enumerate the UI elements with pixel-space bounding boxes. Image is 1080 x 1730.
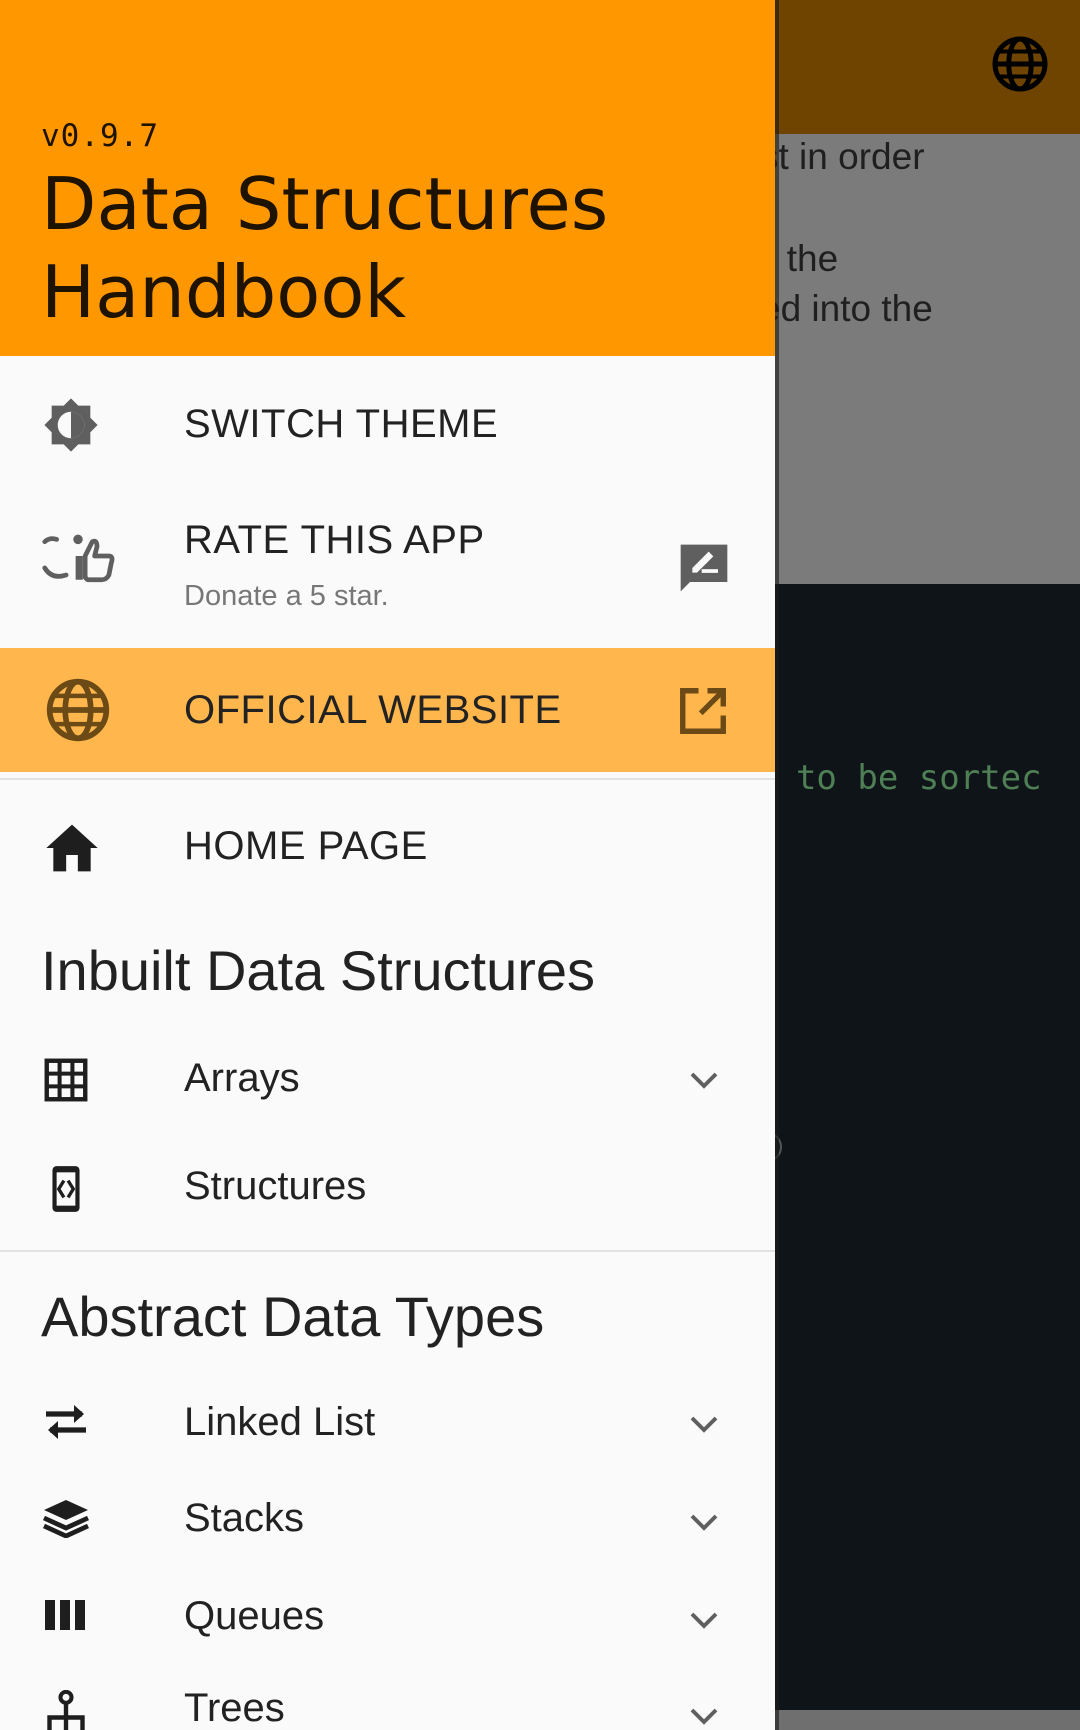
- rate-app-item[interactable]: RATE THIS APP Donate a 5 star.: [0, 496, 775, 648]
- nav-item-structures[interactable]: Structures: [0, 1134, 775, 1246]
- brightness-icon: [44, 398, 98, 452]
- switch-theme-label: SWITCH THEME: [184, 402, 499, 446]
- section-title-inbuilt: Inbuilt Data Structures: [41, 939, 596, 1002]
- nav-item-arrays[interactable]: Arrays: [0, 1024, 775, 1134]
- thumb-up-icon: [42, 534, 115, 583]
- rate-app-label: RATE THIS APP: [184, 518, 485, 562]
- background-text-line: st in order: [760, 136, 925, 177]
- rate-review-icon[interactable]: [676, 540, 732, 596]
- divider: [0, 1250, 775, 1252]
- grid-icon: [44, 1058, 88, 1102]
- drawer-header: v0.9.7 Data Structures Handbook: [0, 0, 775, 356]
- background-code-line: s to be sortec: [755, 758, 1042, 798]
- tree-icon: [47, 1690, 85, 1730]
- nav-item-label: Linked List: [184, 1400, 376, 1444]
- open-in-new-icon: [680, 688, 726, 734]
- app-title: Data Structures Handbook: [41, 162, 609, 334]
- section-title-abstract: Abstract Data Types: [41, 1285, 545, 1348]
- nav-item-label: Queues: [184, 1594, 325, 1638]
- official-website-label: OFFICIAL WEBSITE: [184, 688, 562, 732]
- switch-theme-item[interactable]: SWITCH THEME: [0, 356, 775, 496]
- layers-icon: [43, 1500, 89, 1538]
- nav-item-stacks[interactable]: Stacks: [0, 1472, 775, 1570]
- background-text-line: ed into the: [760, 288, 933, 329]
- chevron-down-icon[interactable]: [686, 1504, 722, 1540]
- chevron-down-icon[interactable]: [686, 1062, 722, 1098]
- nav-item-label: Trees: [184, 1686, 285, 1730]
- nav-item-linked-list[interactable]: Linked List: [0, 1374, 775, 1472]
- swap-arrows-icon: [46, 1405, 86, 1439]
- globe-icon: [46, 678, 110, 742]
- rate-app-subtitle: Donate a 5 star.: [184, 580, 389, 612]
- nav-item-label: Structures: [184, 1164, 367, 1208]
- nav-item-label: Stacks: [184, 1496, 305, 1540]
- navigation-drawer: v0.9.7 Data Structures Handbook SWITCH T…: [0, 0, 775, 1730]
- nav-item-trees[interactable]: Trees: [0, 1668, 775, 1730]
- nav-item-queues[interactable]: Queues: [0, 1570, 775, 1668]
- drawer-edge-shadow: [775, 0, 779, 1730]
- home-page-label: HOME PAGE: [184, 824, 428, 868]
- columns-icon: [45, 1600, 85, 1630]
- home-page-item[interactable]: HOME PAGE: [0, 782, 775, 912]
- app-version: v0.9.7: [41, 118, 159, 154]
- nav-item-label: Arrays: [184, 1056, 300, 1100]
- chevron-down-icon[interactable]: [686, 1698, 722, 1730]
- divider: [0, 778, 775, 780]
- globe-icon[interactable]: [990, 34, 1050, 94]
- code-device-icon: [52, 1166, 80, 1212]
- chevron-down-icon[interactable]: [686, 1406, 722, 1442]
- official-website-item[interactable]: OFFICIAL WEBSITE: [0, 648, 775, 772]
- home-icon: [46, 824, 98, 872]
- chevron-down-icon[interactable]: [686, 1602, 722, 1638]
